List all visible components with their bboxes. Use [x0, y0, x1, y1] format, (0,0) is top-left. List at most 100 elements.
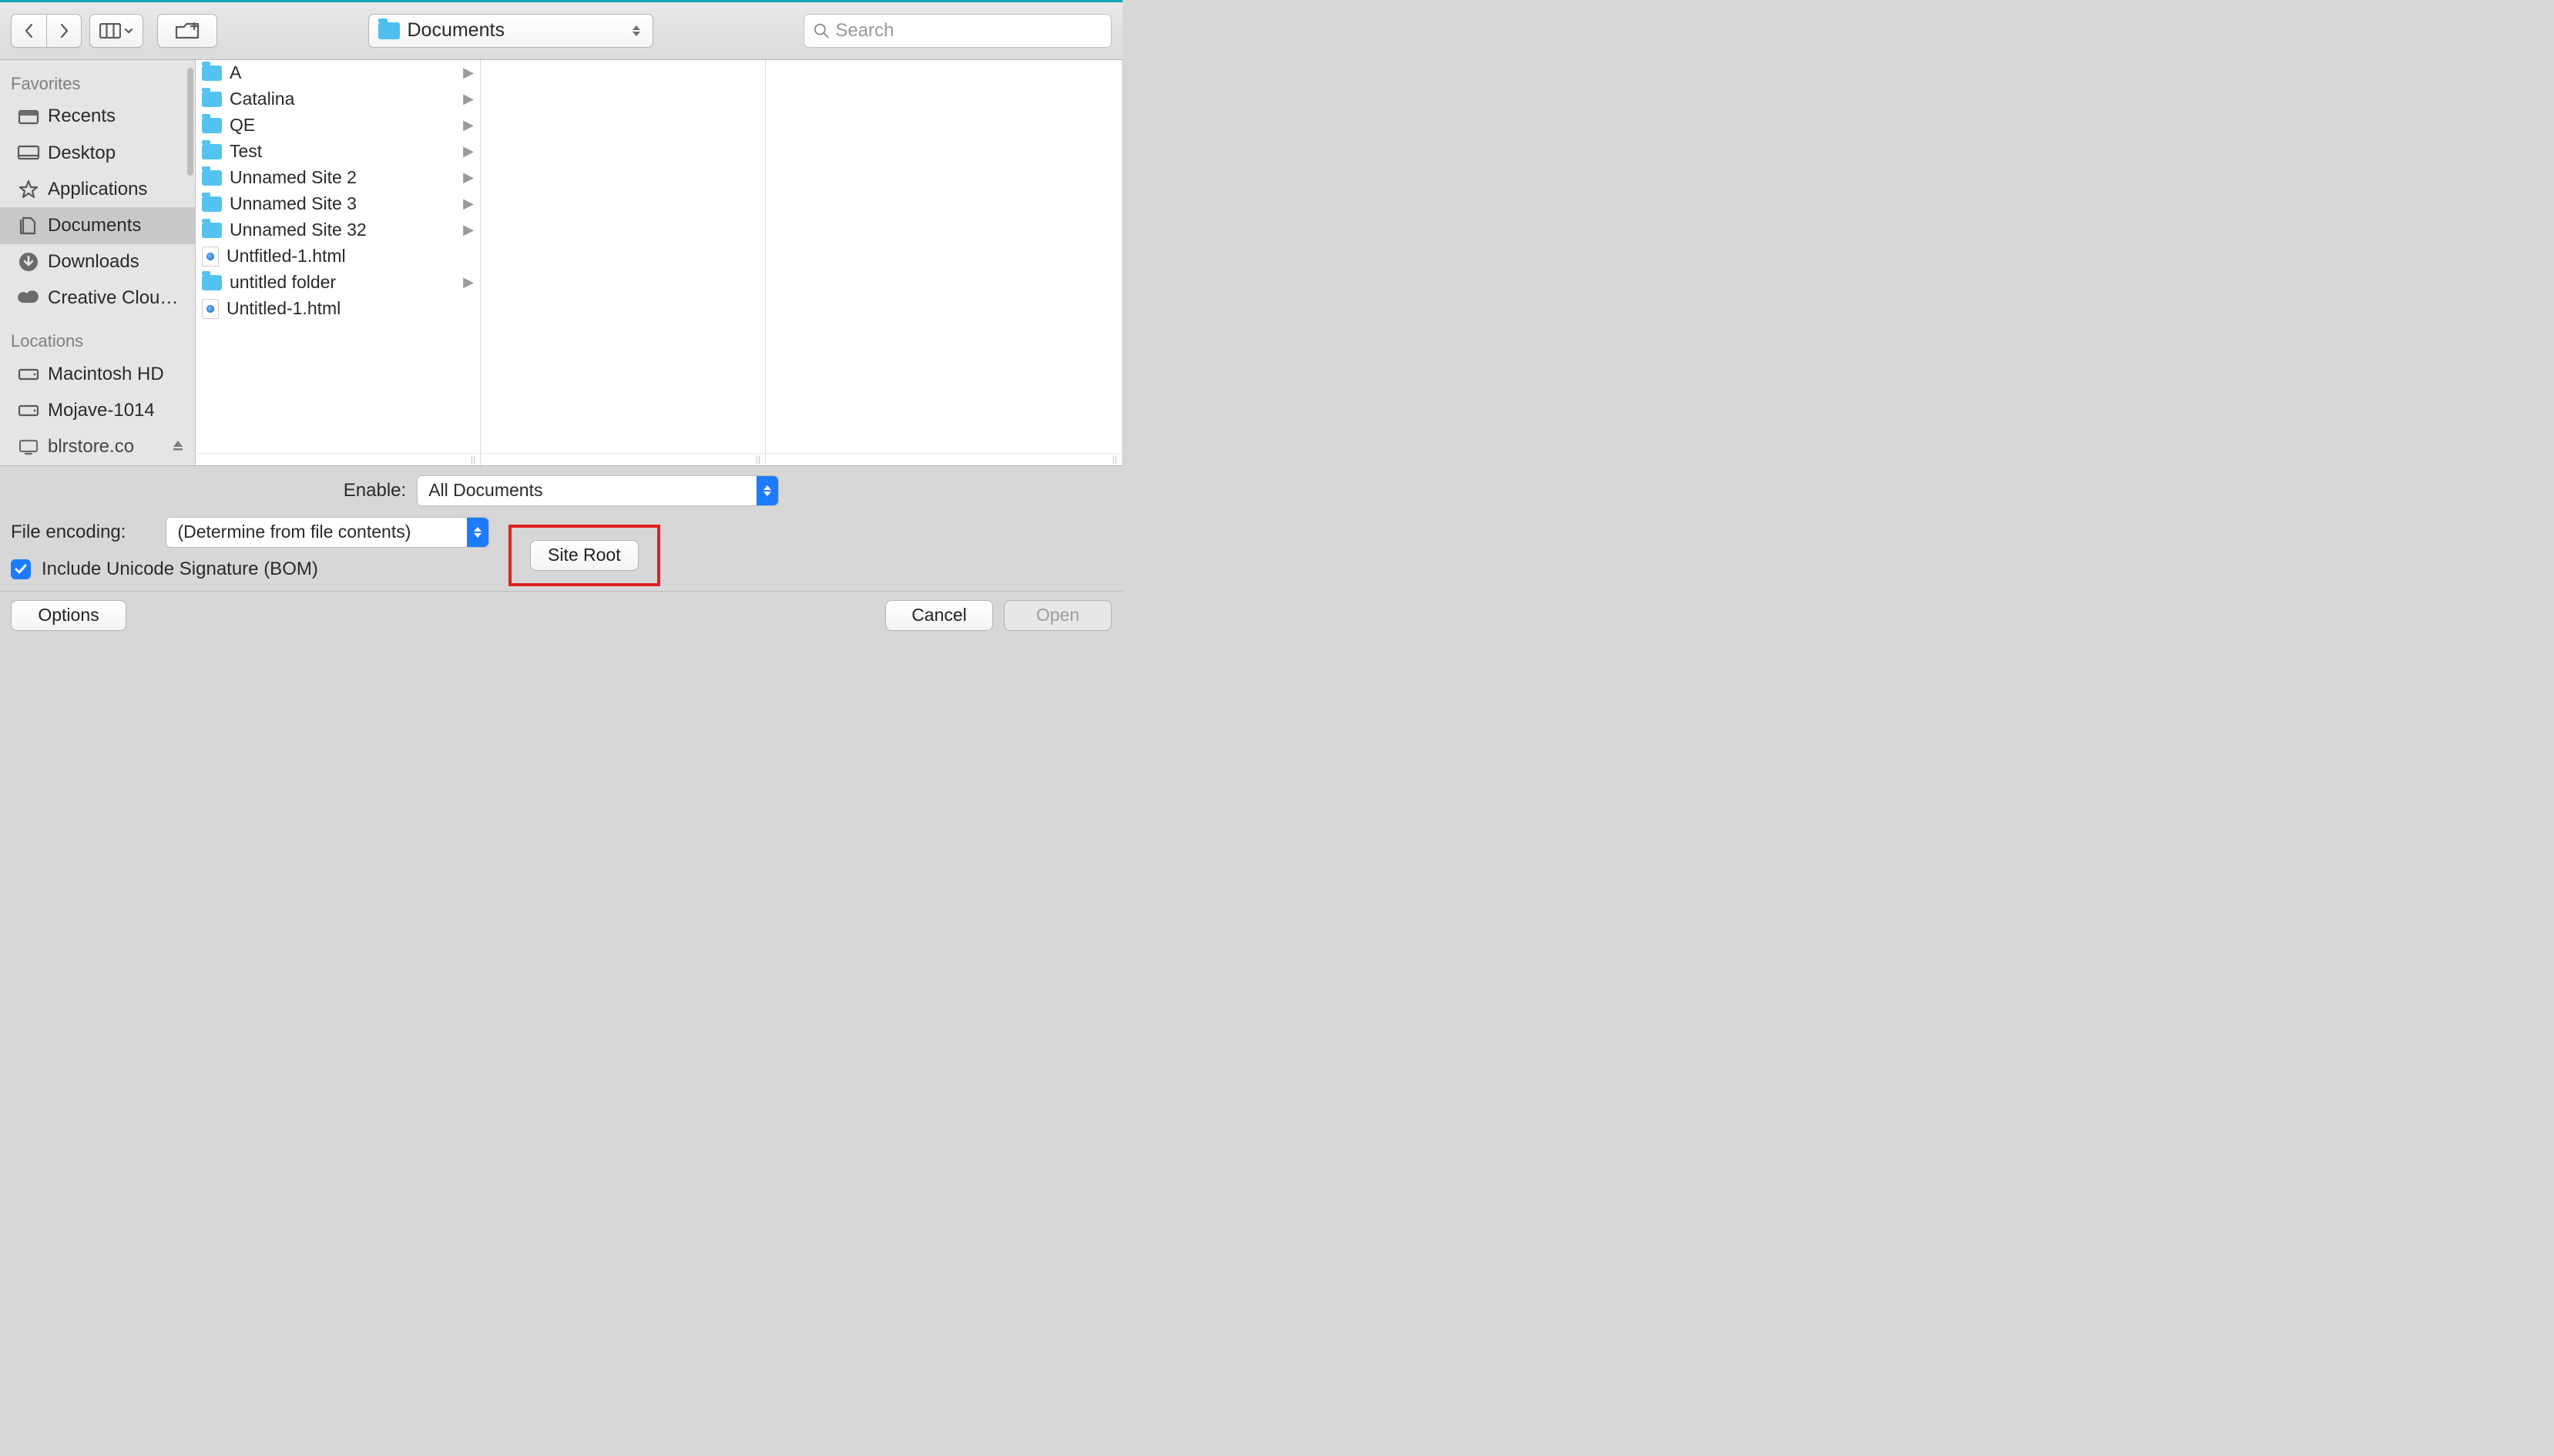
sidebar-item-desktop[interactable]: Desktop [0, 135, 195, 171]
bom-checkbox[interactable] [11, 559, 31, 579]
open-button-label: Open [1036, 605, 1079, 626]
file-name: Untitled-1.html [227, 298, 474, 319]
column-2[interactable] [481, 60, 766, 465]
eject-icon[interactable] [172, 439, 184, 455]
folder-icon [378, 22, 400, 39]
sidebar-item-creative-cloud[interactable]: Creative Clou… [0, 280, 195, 317]
html-file-icon [202, 299, 219, 319]
folder-icon [202, 275, 222, 290]
file-name: Unnamed Site 32 [230, 220, 455, 240]
file-row[interactable]: Unnamed Site 3 ▶ [196, 191, 480, 217]
folder-icon [202, 144, 222, 159]
chevron-right-icon: ▶ [463, 65, 474, 81]
search-input[interactable] [835, 20, 1102, 42]
file-row[interactable]: Test ▶ [196, 139, 480, 165]
sidebar-item-recents[interactable]: Recents [0, 99, 195, 135]
file-row[interactable]: Untfitled-1.html [196, 243, 480, 270]
file-name: Catalina [230, 89, 455, 109]
column-resize-handle[interactable]: || [481, 454, 766, 465]
folder-icon [202, 92, 222, 107]
column-resize-handle[interactable]: || [196, 454, 481, 465]
folder-icon [202, 118, 222, 133]
browser-main: Favorites Recents Desktop Applications D… [0, 60, 1123, 465]
sidebar-item-network-share[interactable]: blrstore.co [0, 429, 195, 465]
sidebar-item-label: blrstore.co [48, 436, 134, 458]
folder-icon [202, 170, 222, 186]
sidebar-item-macintosh-hd[interactable]: Macintosh HD [0, 356, 195, 392]
cancel-button[interactable]: Cancel [885, 600, 993, 631]
sidebar-scrollbar-thumb[interactable] [187, 68, 193, 176]
network-icon [17, 437, 40, 457]
documents-icon [17, 216, 40, 236]
desktop-icon [17, 143, 40, 163]
sidebar: Favorites Recents Desktop Applications D… [0, 60, 196, 465]
file-row[interactable]: A▶ [196, 60, 480, 86]
folder-icon [202, 223, 222, 238]
file-name: untitled folder [230, 272, 455, 293]
file-name: Test [230, 141, 455, 162]
sidebar-item-label: Recents [48, 106, 116, 127]
creative-cloud-icon [17, 288, 40, 308]
recents-icon [17, 106, 40, 126]
column-resize-bar: || || || [196, 453, 1123, 465]
column-3[interactable] [766, 60, 1123, 465]
chevron-down-icon [124, 27, 133, 35]
updown-stepper-icon [629, 20, 643, 42]
site-root-highlight: Site Root [508, 525, 660, 586]
sidebar-item-label: Desktop [48, 143, 116, 164]
columns-icon [99, 23, 121, 39]
site-root-label: Site Root [548, 545, 621, 565]
back-button[interactable] [11, 14, 46, 48]
path-label: Documents [408, 19, 622, 42]
nav-group [11, 14, 82, 48]
sidebar-item-label: Mojave-1014 [48, 400, 155, 421]
sidebar-heading-locations: Locations [0, 331, 195, 356]
sidebar-item-label: Macintosh HD [48, 364, 164, 385]
sidebar-item-mojave[interactable]: Mojave-1014 [0, 393, 195, 429]
file-name: A [230, 62, 455, 83]
chevron-right-icon: ▶ [463, 274, 474, 290]
disk-icon [17, 401, 40, 421]
file-row[interactable]: Catalina ▶ [196, 86, 480, 112]
chevron-right-icon: ▶ [463, 117, 474, 133]
sidebar-item-applications[interactable]: Applications [0, 171, 195, 207]
file-row[interactable]: Untitled-1.html [196, 296, 480, 322]
options-panel: Enable: All Documents File encoding: (De… [0, 465, 1123, 591]
folder-icon [202, 196, 222, 212]
path-popup[interactable]: Documents [368, 14, 653, 48]
enable-select[interactable]: All Documents [417, 475, 779, 506]
folder-icon [202, 65, 222, 81]
file-row[interactable]: Unnamed Site 32▶ [196, 217, 480, 243]
action-button[interactable] [157, 14, 217, 48]
column-resize-handle[interactable]: || [766, 454, 1123, 465]
sidebar-item-label: Documents [48, 215, 141, 237]
sidebar-item-label: Creative Clou… [48, 287, 178, 309]
chevron-right-icon: ▶ [463, 91, 474, 107]
chevron-right-icon: ▶ [463, 196, 474, 212]
encoding-value: (Determine from file contents) [166, 522, 467, 542]
html-file-icon [202, 247, 219, 267]
file-row[interactable]: Unnamed Site 2▶ [196, 165, 480, 191]
site-root-button[interactable]: Site Root [530, 540, 639, 571]
applications-icon [17, 179, 40, 200]
toolbar: Documents [0, 2, 1123, 60]
bom-label: Include Unicode Signature (BOM) [42, 559, 318, 580]
footer: Options Cancel Open [0, 591, 1123, 639]
search-field[interactable] [804, 14, 1112, 48]
sidebar-item-documents[interactable]: Documents [0, 207, 195, 243]
select-stepper-icon [467, 518, 488, 547]
options-button-label: Options [38, 605, 99, 626]
open-button[interactable]: Open [1004, 600, 1112, 631]
sidebar-item-downloads[interactable]: Downloads [0, 244, 195, 280]
encoding-select[interactable]: (Determine from file contents) [166, 517, 489, 548]
options-button[interactable]: Options [11, 600, 126, 631]
file-row[interactable]: QE▶ [196, 112, 480, 139]
folder-plus-icon [174, 22, 200, 40]
view-mode-button[interactable] [89, 14, 143, 48]
file-row[interactable]: untitled folder ▶ [196, 270, 480, 296]
file-name: Unnamed Site 3 [230, 193, 455, 214]
chevron-right-icon: ▶ [463, 143, 474, 159]
column-1[interactable]: A▶Catalina▶QE▶Test▶Unnamed Site 2▶Unname… [196, 60, 481, 465]
enable-value: All Documents [418, 480, 757, 501]
forward-button[interactable] [46, 14, 82, 48]
